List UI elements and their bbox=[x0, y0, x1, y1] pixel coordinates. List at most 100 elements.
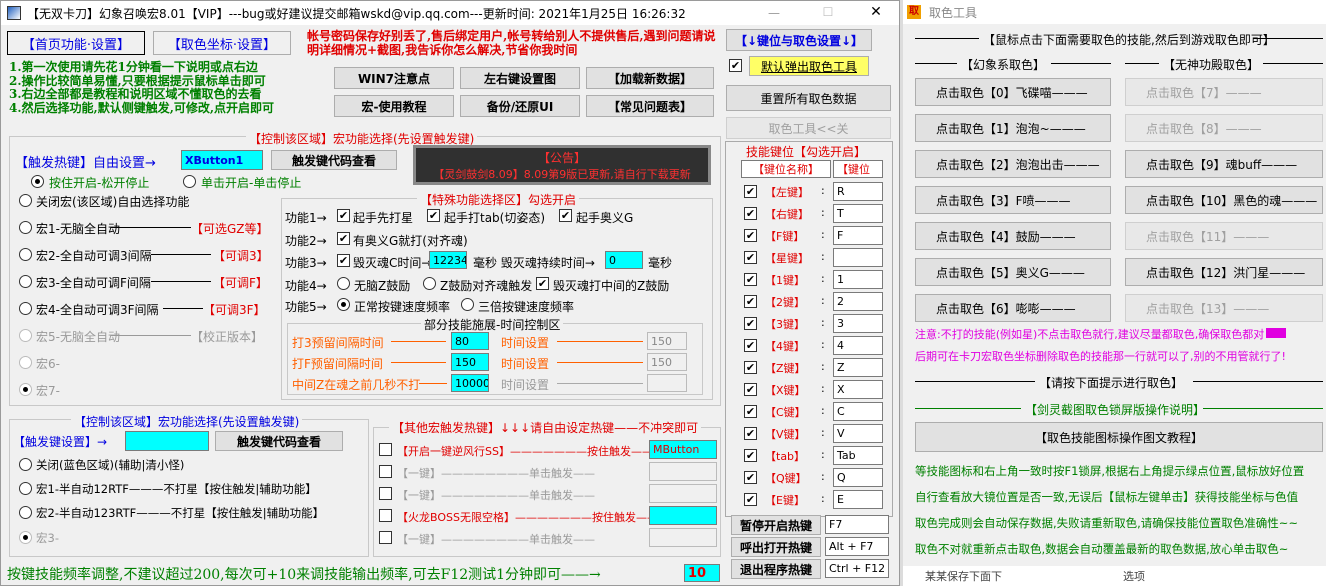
macro-radio[interactable] bbox=[19, 383, 32, 396]
other-hotkey-input[interactable]: MButton bbox=[649, 440, 717, 459]
macro-radio[interactable] bbox=[19, 221, 32, 234]
key-enable-checkbox[interactable]: ✔ bbox=[744, 317, 757, 330]
close-icon[interactable]: ✕ bbox=[861, 4, 891, 20]
macro-tutorial-button[interactable]: 宏-使用教程 bbox=[334, 95, 454, 117]
timing-value-input[interactable]: 10000 bbox=[451, 374, 489, 392]
timing-value-input[interactable]: 80 bbox=[451, 332, 489, 350]
pause-hotkey-input[interactable]: F7 bbox=[825, 515, 889, 534]
key-value-input[interactable]: Z bbox=[833, 358, 883, 377]
func5-a-radio[interactable] bbox=[337, 298, 350, 311]
key-enable-checkbox[interactable]: ✔ bbox=[744, 229, 757, 242]
key-enable-checkbox[interactable]: ✔ bbox=[744, 493, 757, 506]
key-value-input[interactable]: X bbox=[833, 380, 883, 399]
func4-b-radio[interactable] bbox=[423, 277, 436, 290]
auto-popup-button[interactable]: 默认弹出取色工具 bbox=[749, 56, 869, 76]
key-enable-checkbox[interactable]: ✔ bbox=[744, 251, 757, 264]
faq-button[interactable]: 【常见问题表】 bbox=[586, 95, 714, 117]
macro-radio[interactable] bbox=[19, 329, 32, 342]
mode-hold-radio[interactable] bbox=[31, 175, 44, 188]
pick-color-button[interactable]: 点击取色【1】泡泡~——— bbox=[915, 114, 1111, 142]
keybind-color-setup-button[interactable]: 【↓键位与取色设置↓】 bbox=[726, 29, 872, 51]
key-value-input[interactable]: 3 bbox=[833, 314, 883, 333]
mouse-keys-setup-button[interactable]: 左右键设置图 bbox=[460, 67, 580, 89]
pick-color-button[interactable]: 点击取色【6】嘭嘭——— bbox=[915, 294, 1111, 322]
other-hotkey-checkbox[interactable] bbox=[379, 509, 392, 522]
key-enable-checkbox[interactable]: ✔ bbox=[744, 361, 757, 374]
func4-c-checkbox[interactable]: ✔ bbox=[536, 277, 549, 290]
key-value-input[interactable]: Q bbox=[833, 468, 883, 487]
key-enable-checkbox[interactable]: ✔ bbox=[744, 339, 757, 352]
key-value-input[interactable]: R bbox=[833, 182, 883, 201]
func5-b-radio[interactable] bbox=[461, 298, 474, 311]
key-enable-checkbox[interactable]: ✔ bbox=[744, 427, 757, 440]
macro-radio[interactable] bbox=[19, 248, 32, 261]
tab-home[interactable]: 【首页功能·设置】 bbox=[7, 31, 145, 55]
timing-value-input[interactable]: 150 bbox=[451, 353, 489, 371]
macro2-radio[interactable] bbox=[19, 531, 32, 544]
reset-color-data-button[interactable]: 重置所有取色数据 bbox=[726, 85, 891, 111]
key-value-input[interactable]: 4 bbox=[833, 336, 883, 355]
other-hotkey-checkbox[interactable] bbox=[379, 443, 392, 456]
other-hotkey-input[interactable] bbox=[649, 462, 717, 481]
key-value-input[interactable]: 1 bbox=[833, 270, 883, 289]
other-hotkey-checkbox[interactable] bbox=[379, 487, 392, 500]
key-value-input[interactable]: Tab bbox=[833, 446, 883, 465]
tutorial-button[interactable]: 【取色技能图标操作图文教程】 bbox=[915, 422, 1323, 452]
pick-color-button[interactable]: 点击取色【7】——— bbox=[1125, 78, 1323, 106]
other-hotkey-input[interactable] bbox=[649, 528, 717, 547]
pick-color-button[interactable]: 点击取色【5】奥义G——— bbox=[915, 258, 1111, 286]
macro2-radio[interactable] bbox=[19, 482, 32, 495]
callout-hotkey-input[interactable]: Alt + F7 bbox=[825, 537, 889, 556]
key-value-input[interactable]: V bbox=[833, 424, 883, 443]
key-value-input[interactable]: T bbox=[833, 204, 883, 223]
win7-notes-button[interactable]: WIN7注意点 bbox=[334, 67, 454, 89]
pick-color-button[interactable]: 点击取色【3】F喷——— bbox=[915, 186, 1111, 214]
key-value-input[interactable]: C bbox=[833, 402, 883, 421]
func1-a-checkbox[interactable]: ✔ bbox=[337, 209, 350, 222]
key-enable-checkbox[interactable]: ✔ bbox=[744, 207, 757, 220]
backup-restore-button[interactable]: 备份/还原UI bbox=[460, 95, 580, 117]
hotkey2-input[interactable] bbox=[125, 431, 209, 451]
timing-value2-input[interactable]: 150 bbox=[647, 353, 687, 371]
func4-a-radio[interactable] bbox=[337, 277, 350, 290]
auto-popup-checkbox[interactable]: ✔ bbox=[729, 59, 742, 72]
func3-duration-input[interactable]: 0 bbox=[605, 251, 643, 269]
other-hotkey-checkbox[interactable] bbox=[379, 465, 392, 478]
mode-click-radio[interactable] bbox=[183, 175, 196, 188]
macro2-radio[interactable] bbox=[19, 506, 32, 519]
maximize-icon[interactable]: ☐ bbox=[813, 5, 843, 19]
key-value-input[interactable]: 2 bbox=[833, 292, 883, 311]
macro2-radio[interactable] bbox=[19, 458, 32, 471]
macro-radio[interactable] bbox=[19, 302, 32, 315]
timing-value2-input[interactable] bbox=[647, 374, 687, 392]
tab-coords[interactable]: 【取色坐标·设置】 bbox=[153, 31, 291, 55]
func3-checkbox[interactable]: ✔ bbox=[337, 254, 350, 267]
timing-value2-input[interactable]: 150 bbox=[647, 332, 687, 350]
key-enable-checkbox[interactable]: ✔ bbox=[744, 405, 757, 418]
pick-color-button[interactable]: 点击取色【11】——— bbox=[1125, 222, 1323, 250]
key-enable-checkbox[interactable]: ✔ bbox=[744, 383, 757, 396]
key-enable-checkbox[interactable]: ✔ bbox=[744, 449, 757, 462]
key-value-input[interactable] bbox=[833, 248, 883, 267]
pick-color-button[interactable]: 点击取色【12】洪门星——— bbox=[1125, 258, 1323, 286]
exit-hotkey-input[interactable]: Ctrl + F12 bbox=[825, 559, 889, 578]
func3-c-time-input[interactable]: 12234 bbox=[429, 251, 467, 269]
pick-color-button[interactable]: 点击取色【2】泡泡出击——— bbox=[915, 150, 1111, 178]
close-color-tool-button[interactable]: 取色工具<<关 bbox=[726, 117, 891, 139]
pick-color-button[interactable]: 点击取色【13】——— bbox=[1125, 294, 1323, 322]
pick-color-button[interactable]: 点击取色【10】黑色的魂——— bbox=[1125, 186, 1323, 214]
key-enable-checkbox[interactable]: ✔ bbox=[744, 185, 757, 198]
func2-a-checkbox[interactable]: ✔ bbox=[337, 232, 350, 245]
pick-color-button[interactable]: 点击取色【8】——— bbox=[1125, 114, 1323, 142]
key-value-input[interactable]: F bbox=[833, 226, 883, 245]
key-enable-checkbox[interactable]: ✔ bbox=[744, 295, 757, 308]
key-enable-checkbox[interactable]: ✔ bbox=[744, 471, 757, 484]
key-value-input[interactable]: E bbox=[833, 490, 883, 509]
macro-radio[interactable] bbox=[19, 356, 32, 369]
pick-color-button[interactable]: 点击取色【4】鼓励——— bbox=[915, 222, 1111, 250]
other-hotkey-checkbox[interactable] bbox=[379, 531, 392, 544]
tool-titlebar[interactable]: 取 取色工具 bbox=[903, 0, 1326, 24]
other-hotkey-input[interactable] bbox=[649, 506, 717, 525]
main-titlebar[interactable]: 【无双卡刀】幻象召唤宏8.01【VIP】---bug或好建议提交邮箱wskd@v… bbox=[1, 1, 899, 25]
func1-c-checkbox[interactable]: ✔ bbox=[559, 209, 572, 222]
